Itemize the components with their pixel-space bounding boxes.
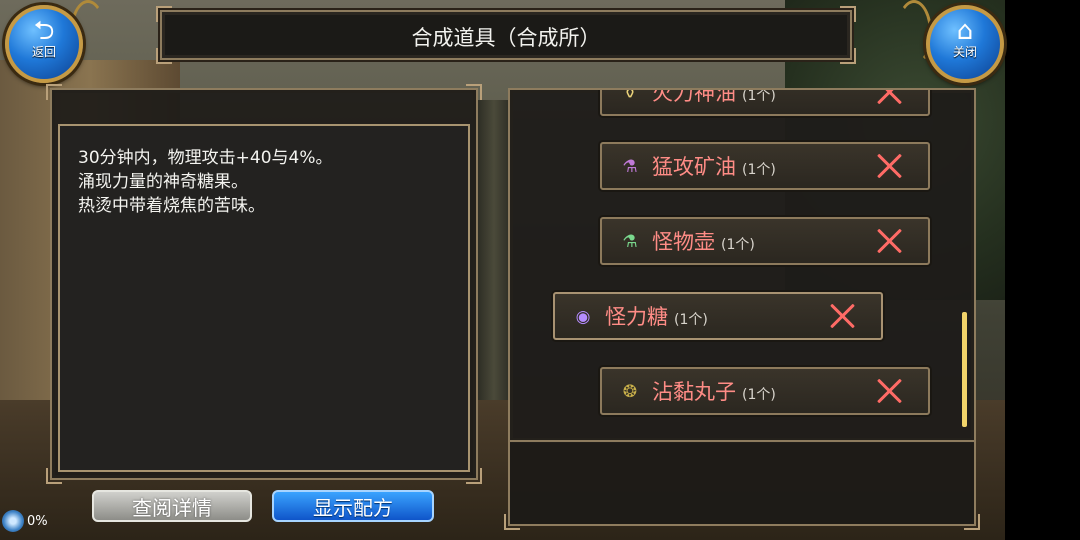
home-icon: ⌂	[956, 16, 974, 46]
description-line: 涌现力量的神奇糖果。	[78, 172, 248, 192]
delete-icon[interactable]	[874, 150, 906, 182]
page-title: 合成道具（合成所）	[411, 26, 601, 50]
delete-icon[interactable]	[874, 90, 906, 108]
frame-corner	[466, 84, 482, 100]
back-button-label: 返回	[31, 45, 56, 59]
list-item[interactable]: ❂ 沾黏丸子 (1个)	[600, 367, 930, 415]
view-details-button[interactable]: 查阅详情	[92, 490, 252, 522]
item-name-text: 怪物壶	[652, 230, 715, 254]
item-qty: (1个)	[742, 162, 776, 178]
delete-icon[interactable]	[874, 225, 906, 257]
screen-edge-bar	[1005, 0, 1080, 540]
list-item[interactable]: ⚱ 火力神油 (1个)	[600, 90, 930, 116]
item-qty: (1个)	[721, 237, 755, 253]
recipe-list-footer	[504, 440, 980, 530]
item-description: 30分钟内，物理攻击+40与4%。 涌现力量的神奇糖果。 热烫中带着烧焦的苦味。	[78, 146, 454, 218]
show-recipe-button[interactable]: 显示配方	[272, 490, 434, 522]
delete-icon[interactable]	[827, 300, 859, 332]
potion-icon: ⚗	[622, 232, 638, 252]
frame-corner	[156, 6, 172, 22]
description-line: 热烫中带着烧焦的苦味。	[78, 196, 265, 216]
list-scrollbar[interactable]	[962, 312, 967, 427]
item-name-text: 怪力糖	[605, 305, 668, 329]
close-button[interactable]: ⌂ 关闭	[926, 5, 1004, 83]
item-name: 沾黏丸子 (1个)	[652, 379, 776, 408]
frame-corner	[964, 90, 974, 100]
item-name: 怪物壶 (1个)	[652, 229, 755, 258]
item-name: 火力神油 (1个)	[652, 90, 776, 109]
item-name-text: 猛攻矿油	[652, 155, 736, 179]
dumpling-icon: ❂	[622, 382, 638, 402]
list-item[interactable]: ⚗ 怪物壶 (1个)	[600, 217, 930, 265]
potion-icon: ⚗	[622, 157, 638, 177]
item-name-text: 沾黏丸子	[652, 380, 736, 404]
status-percent: 0%	[27, 513, 48, 529]
scene-post	[476, 100, 512, 400]
back-button[interactable]: ⮌ 返回	[5, 5, 83, 83]
item-name: 猛攻矿油 (1个)	[652, 154, 776, 183]
description-line: 30分钟内，物理攻击+40与4%。	[78, 148, 333, 168]
frame-corner	[46, 84, 62, 100]
candy-icon: ◉	[575, 307, 591, 327]
loading-icon	[2, 510, 24, 532]
flask-icon: ⚱	[622, 90, 638, 103]
description-panel: 30分钟内，物理攻击+40与4%。 涌现力量的神奇糖果。 热烫中带着烧焦的苦味。	[46, 84, 482, 484]
item-qty: (1个)	[742, 90, 776, 104]
frame-corner	[840, 6, 856, 22]
item-qty: (1个)	[742, 387, 776, 403]
item-name-text: 火力神油	[652, 90, 736, 105]
frame-corner	[504, 514, 520, 530]
close-button-label: 关闭	[952, 45, 977, 59]
title-bar: 合成道具（合成所）	[156, 6, 856, 64]
item-qty: (1个)	[674, 312, 708, 328]
list-item-selected[interactable]: ◉ 怪力糖 (1个)	[553, 292, 883, 340]
back-arrow-icon: ⮌	[33, 16, 55, 46]
status-indicator: 0%	[2, 510, 48, 536]
frame-corner	[964, 514, 980, 530]
delete-icon[interactable]	[874, 375, 906, 407]
list-item[interactable]: ⚗ 猛攻矿油 (1个)	[600, 142, 930, 190]
frame-corner	[510, 90, 520, 100]
list-clip: ⚱ 火力神油 (1个)	[598, 90, 934, 118]
item-name: 怪力糖 (1个)	[605, 304, 708, 333]
description-box: 30分钟内，物理攻击+40与4%。 涌现力量的神奇糖果。 热烫中带着烧焦的苦味。	[58, 124, 470, 472]
